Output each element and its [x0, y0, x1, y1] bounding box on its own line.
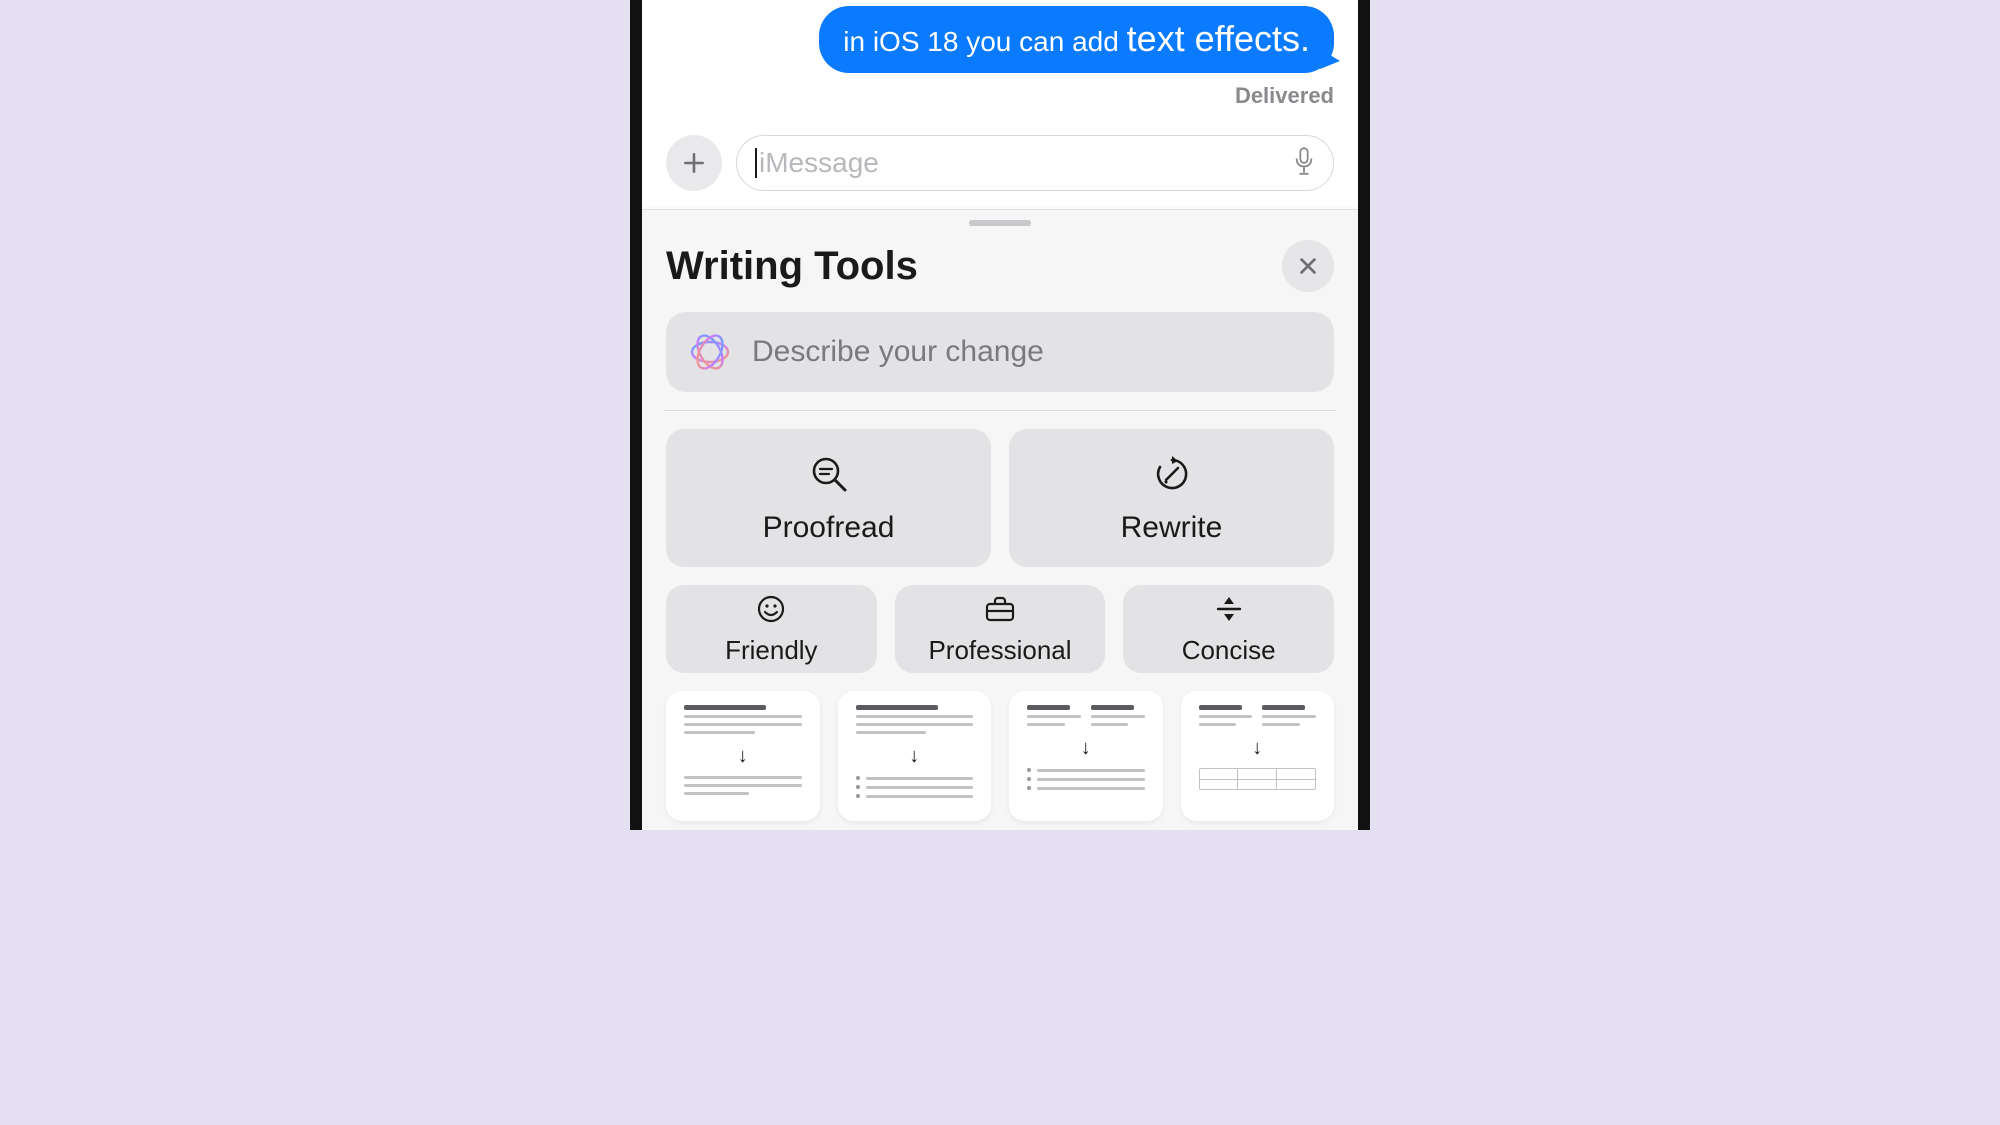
primary-tools-row: Proofread Rewrite [666, 429, 1334, 567]
writing-tools-sheet: Writing Tools [642, 209, 1358, 830]
sheet-title: Writing Tools [666, 244, 918, 289]
close-button[interactable] [1282, 240, 1334, 292]
chat-area: in iOS 18 you can add text effects. Deli… [642, 0, 1358, 127]
list-format-button[interactable]: ↓ [1009, 691, 1163, 821]
smile-icon [756, 594, 786, 629]
message-input-row: iMessage [642, 127, 1358, 209]
rewrite-label: Rewrite [1121, 511, 1223, 545]
sent-message-text: in iOS 18 you can add [843, 26, 1126, 57]
briefcase-icon [984, 594, 1016, 629]
format-options-row: ↓ ↓ [666, 691, 1334, 821]
arrow-down-icon: ↓ [1199, 737, 1317, 760]
sheet-grabber[interactable] [969, 220, 1031, 226]
friendly-button[interactable]: Friendly [666, 585, 877, 673]
add-button[interactable] [666, 135, 722, 191]
message-placeholder: iMessage [759, 147, 879, 179]
professional-button[interactable]: Professional [895, 585, 1106, 673]
apple-intelligence-icon [686, 328, 734, 376]
plus-icon [681, 150, 707, 176]
describe-change-input[interactable]: Describe your change [666, 312, 1334, 392]
professional-label: Professional [928, 635, 1071, 666]
key-points-format-button[interactable]: ↓ [838, 691, 992, 821]
device-frame: in iOS 18 you can add text effects. Deli… [630, 0, 1370, 830]
arrow-down-icon: ↓ [1027, 737, 1145, 760]
arrow-down-icon: ↓ [856, 745, 974, 768]
concise-icon [1214, 594, 1244, 629]
arrow-down-icon: ↓ [684, 745, 802, 768]
rewrite-icon [1152, 454, 1192, 499]
delivery-status: Delivered [666, 83, 1334, 109]
table-format-button[interactable]: ↓ [1181, 691, 1335, 821]
sheet-header: Writing Tools [666, 240, 1334, 292]
describe-change-placeholder: Describe your change [752, 335, 1044, 369]
dictation-button[interactable] [1293, 146, 1315, 181]
close-icon [1297, 255, 1319, 277]
proofread-button[interactable]: Proofread [666, 429, 991, 567]
message-input[interactable]: iMessage [736, 135, 1334, 191]
divider [664, 410, 1336, 411]
friendly-label: Friendly [725, 635, 817, 666]
text-caret [755, 148, 757, 178]
summary-format-button[interactable]: ↓ [666, 691, 820, 821]
sent-message-emphasis: text effects. [1127, 18, 1310, 59]
magnifier-icon [809, 454, 849, 499]
bubble-tail [1320, 49, 1340, 69]
tone-tools-row: Friendly Professional [666, 585, 1334, 673]
proofread-label: Proofread [763, 511, 895, 545]
sent-message-row: in iOS 18 you can add text effects. [666, 6, 1334, 73]
screen: in iOS 18 you can add text effects. Deli… [642, 0, 1358, 830]
concise-button[interactable]: Concise [1123, 585, 1334, 673]
sent-message-bubble[interactable]: in iOS 18 you can add text effects. [819, 6, 1334, 73]
rewrite-button[interactable]: Rewrite [1009, 429, 1334, 567]
concise-label: Concise [1182, 635, 1276, 666]
microphone-icon [1293, 146, 1315, 176]
table-icon [1199, 768, 1317, 790]
